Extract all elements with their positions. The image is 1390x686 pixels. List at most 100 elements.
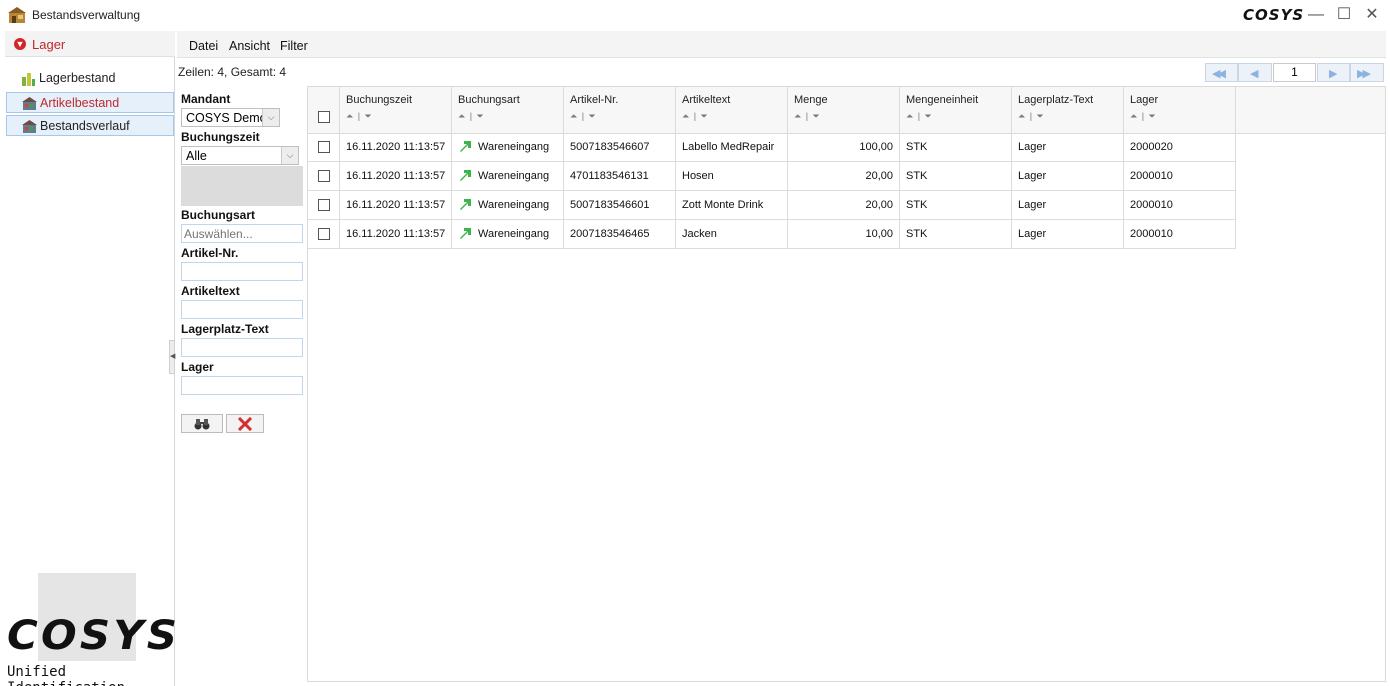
row-checkbox[interactable] <box>318 199 330 211</box>
sidebar-item-bestandsverlauf[interactable]: Bestandsverlauf <box>6 115 174 136</box>
page-number-input[interactable]: 1 <box>1273 63 1316 82</box>
column-header-lager[interactable]: Lager ⏶ | ⏷ <box>1124 87 1236 134</box>
pager-first-button[interactable]: ◀◀ <box>1205 63 1238 82</box>
column-title: Buchungszeit <box>346 94 413 106</box>
buchungsart-input[interactable] <box>181 224 303 243</box>
column-header-lagerplatz-text[interactable]: Lagerplatz-Text ⏶ | ⏷ <box>1012 87 1124 134</box>
cell-artikeltext: Jacken <box>676 220 788 249</box>
maximize-button[interactable]: ☐ <box>1333 4 1355 26</box>
cell-lagerplatz-text: Lager <box>1012 191 1124 220</box>
filter-label-buchungszeit: Buchungszeit <box>181 130 260 144</box>
window-title: Bestandsverwaltung <box>32 8 141 22</box>
artikeltext-input[interactable] <box>181 300 303 319</box>
menu-datei[interactable]: Datei <box>189 39 218 53</box>
panel-collapse-handle[interactable]: ◀ <box>169 340 175 374</box>
close-button[interactable]: ✕ <box>1361 4 1383 26</box>
clear-filter-button[interactable] <box>226 414 264 433</box>
data-grid: Buchungszeit ⏶ | ⏷ Buchungsart ⏶ | ⏷ Art… <box>307 86 1386 682</box>
table-row[interactable]: 16.11.2020 11:13:57 Wareneingang 5007183… <box>308 191 1236 220</box>
row-select-cell <box>308 133 340 162</box>
column-title: Lagerplatz-Text <box>1018 94 1094 106</box>
cell-buchungsart: Wareneingang <box>452 162 564 191</box>
pager-last-button[interactable]: ▶▶ <box>1350 63 1384 82</box>
warehouse-icon <box>22 120 37 133</box>
chevron-down-icon: ⌵ <box>281 147 298 164</box>
grid-header: Buchungszeit ⏶ | ⏷ Buchungsart ⏶ | ⏷ Art… <box>308 87 1385 134</box>
menu-bar: Datei Ansicht Filter <box>177 31 1386 58</box>
cell-lager: 2000020 <box>1124 133 1236 162</box>
warehouse-icon <box>22 97 37 110</box>
sort-icons[interactable]: ⏶ | ⏷ <box>1130 111 1157 122</box>
table-row[interactable]: 16.11.2020 11:13:57 Wareneingang 5007183… <box>308 133 1236 162</box>
cell-buchungsart: Wareneingang <box>452 220 564 249</box>
table-row[interactable]: 16.11.2020 11:13:57 Wareneingang 2007183… <box>308 220 1236 249</box>
cell-lagerplatz-text: Lager <box>1012 162 1124 191</box>
column-title: Artikeltext <box>682 94 731 106</box>
cell-artikel-nr: 2007183546465 <box>564 220 676 249</box>
mandant-select[interactable]: COSYS Demo ⌵ <box>181 108 280 127</box>
cell-menge: 20,00 <box>788 191 900 220</box>
brand-logo: COSYS <box>1243 6 1305 24</box>
cell-buchungsart: Wareneingang <box>452 133 564 162</box>
sort-icons[interactable]: ⏶ | ⏷ <box>1018 111 1045 122</box>
sidebar-item-label: Lagerbestand <box>39 71 116 85</box>
table-row[interactable]: 16.11.2020 11:13:57 Wareneingang 4701183… <box>308 162 1236 191</box>
buchungszeit-select[interactable]: Alle ⌵ <box>181 146 299 165</box>
lagerplatz-text-input[interactable] <box>181 338 303 357</box>
filter-label-lagerplatz-text: Lagerplatz-Text <box>181 322 269 336</box>
title-bar: Bestandsverwaltung COSYS — ☐ ✕ <box>0 0 1390 31</box>
warehouse-app-icon <box>8 7 26 23</box>
column-header-mengeneinheit[interactable]: Mengeneinheit ⏶ | ⏷ <box>900 87 1012 134</box>
cell-menge: 10,00 <box>788 220 900 249</box>
sort-icons[interactable]: ⏶ | ⏷ <box>570 111 597 122</box>
sort-icons[interactable]: ⏶ | ⏷ <box>346 111 373 122</box>
date-range-area <box>181 166 303 206</box>
incoming-arrow-icon <box>460 141 471 152</box>
cell-buchungszeit: 16.11.2020 11:13:57 <box>340 191 452 220</box>
sort-icons[interactable]: ⏶ | ⏷ <box>458 111 485 122</box>
column-header-menge[interactable]: Menge ⏶ | ⏷ <box>788 87 900 134</box>
minimize-button[interactable]: — <box>1305 4 1327 26</box>
cell-artikel-nr: 5007183546607 <box>564 133 676 162</box>
incoming-arrow-icon <box>460 170 471 181</box>
sort-icons[interactable]: ⏶ | ⏷ <box>794 111 821 122</box>
row-checkbox[interactable] <box>318 141 330 153</box>
sort-icons[interactable]: ⏶ | ⏷ <box>682 111 709 122</box>
select-all-checkbox[interactable] <box>318 111 330 123</box>
mandant-value: COSYS Demo <box>186 111 267 125</box>
column-header-artikeltext[interactable]: Artikeltext ⏶ | ⏷ <box>676 87 788 134</box>
filter-label-buchungsart: Buchungsart <box>181 208 256 222</box>
column-header-buchungszeit[interactable]: Buchungszeit ⏶ | ⏷ <box>340 87 452 134</box>
select-all-cell <box>308 87 340 134</box>
prev-page-icon: ◀ <box>1250 68 1259 80</box>
rows-info: Zeilen: 4, Gesamt: 4 <box>178 65 287 79</box>
column-header-buchungsart[interactable]: Buchungsart ⏶ | ⏷ <box>452 87 564 134</box>
column-title: Lager <box>1130 94 1159 106</box>
sidebar-item-artikelbestand[interactable]: Artikelbestand <box>6 92 174 113</box>
artikel-nr-input[interactable] <box>181 262 303 281</box>
column-header-artikel-nr[interactable]: Artikel-Nr. ⏶ | ⏷ <box>564 87 676 134</box>
sidebar-header-lager[interactable]: ▼ Lager <box>5 31 175 57</box>
row-checkbox[interactable] <box>318 228 330 240</box>
cell-lager: 2000010 <box>1124 191 1236 220</box>
cosys-logo: COSYS <box>7 613 181 659</box>
binoculars-icon <box>194 419 210 430</box>
cell-buchungszeit: 16.11.2020 11:13:57 <box>340 220 452 249</box>
search-button[interactable] <box>181 414 223 433</box>
cell-artikel-nr: 5007183546601 <box>564 191 676 220</box>
sidebar-item-lagerbestand[interactable]: Lagerbestand <box>6 68 174 89</box>
chevron-down-icon: ⌵ <box>262 109 279 126</box>
red-x-icon <box>237 416 253 432</box>
row-select-cell <box>308 191 340 220</box>
column-title: Artikel-Nr. <box>570 94 619 106</box>
cell-buchungszeit: 16.11.2020 11:13:57 <box>340 133 452 162</box>
lager-input[interactable] <box>181 376 303 395</box>
last-page-icon: ▶▶ <box>1357 68 1371 80</box>
pager-next-button[interactable]: ▶ <box>1317 63 1350 82</box>
menu-filter[interactable]: Filter <box>280 39 308 53</box>
filter-label-artikel-nr: Artikel-Nr. <box>181 246 239 260</box>
sort-icons[interactable]: ⏶ | ⏷ <box>906 111 933 122</box>
menu-ansicht[interactable]: Ansicht <box>229 39 270 53</box>
row-checkbox[interactable] <box>318 170 330 182</box>
pager-prev-button[interactable]: ◀ <box>1238 63 1272 82</box>
